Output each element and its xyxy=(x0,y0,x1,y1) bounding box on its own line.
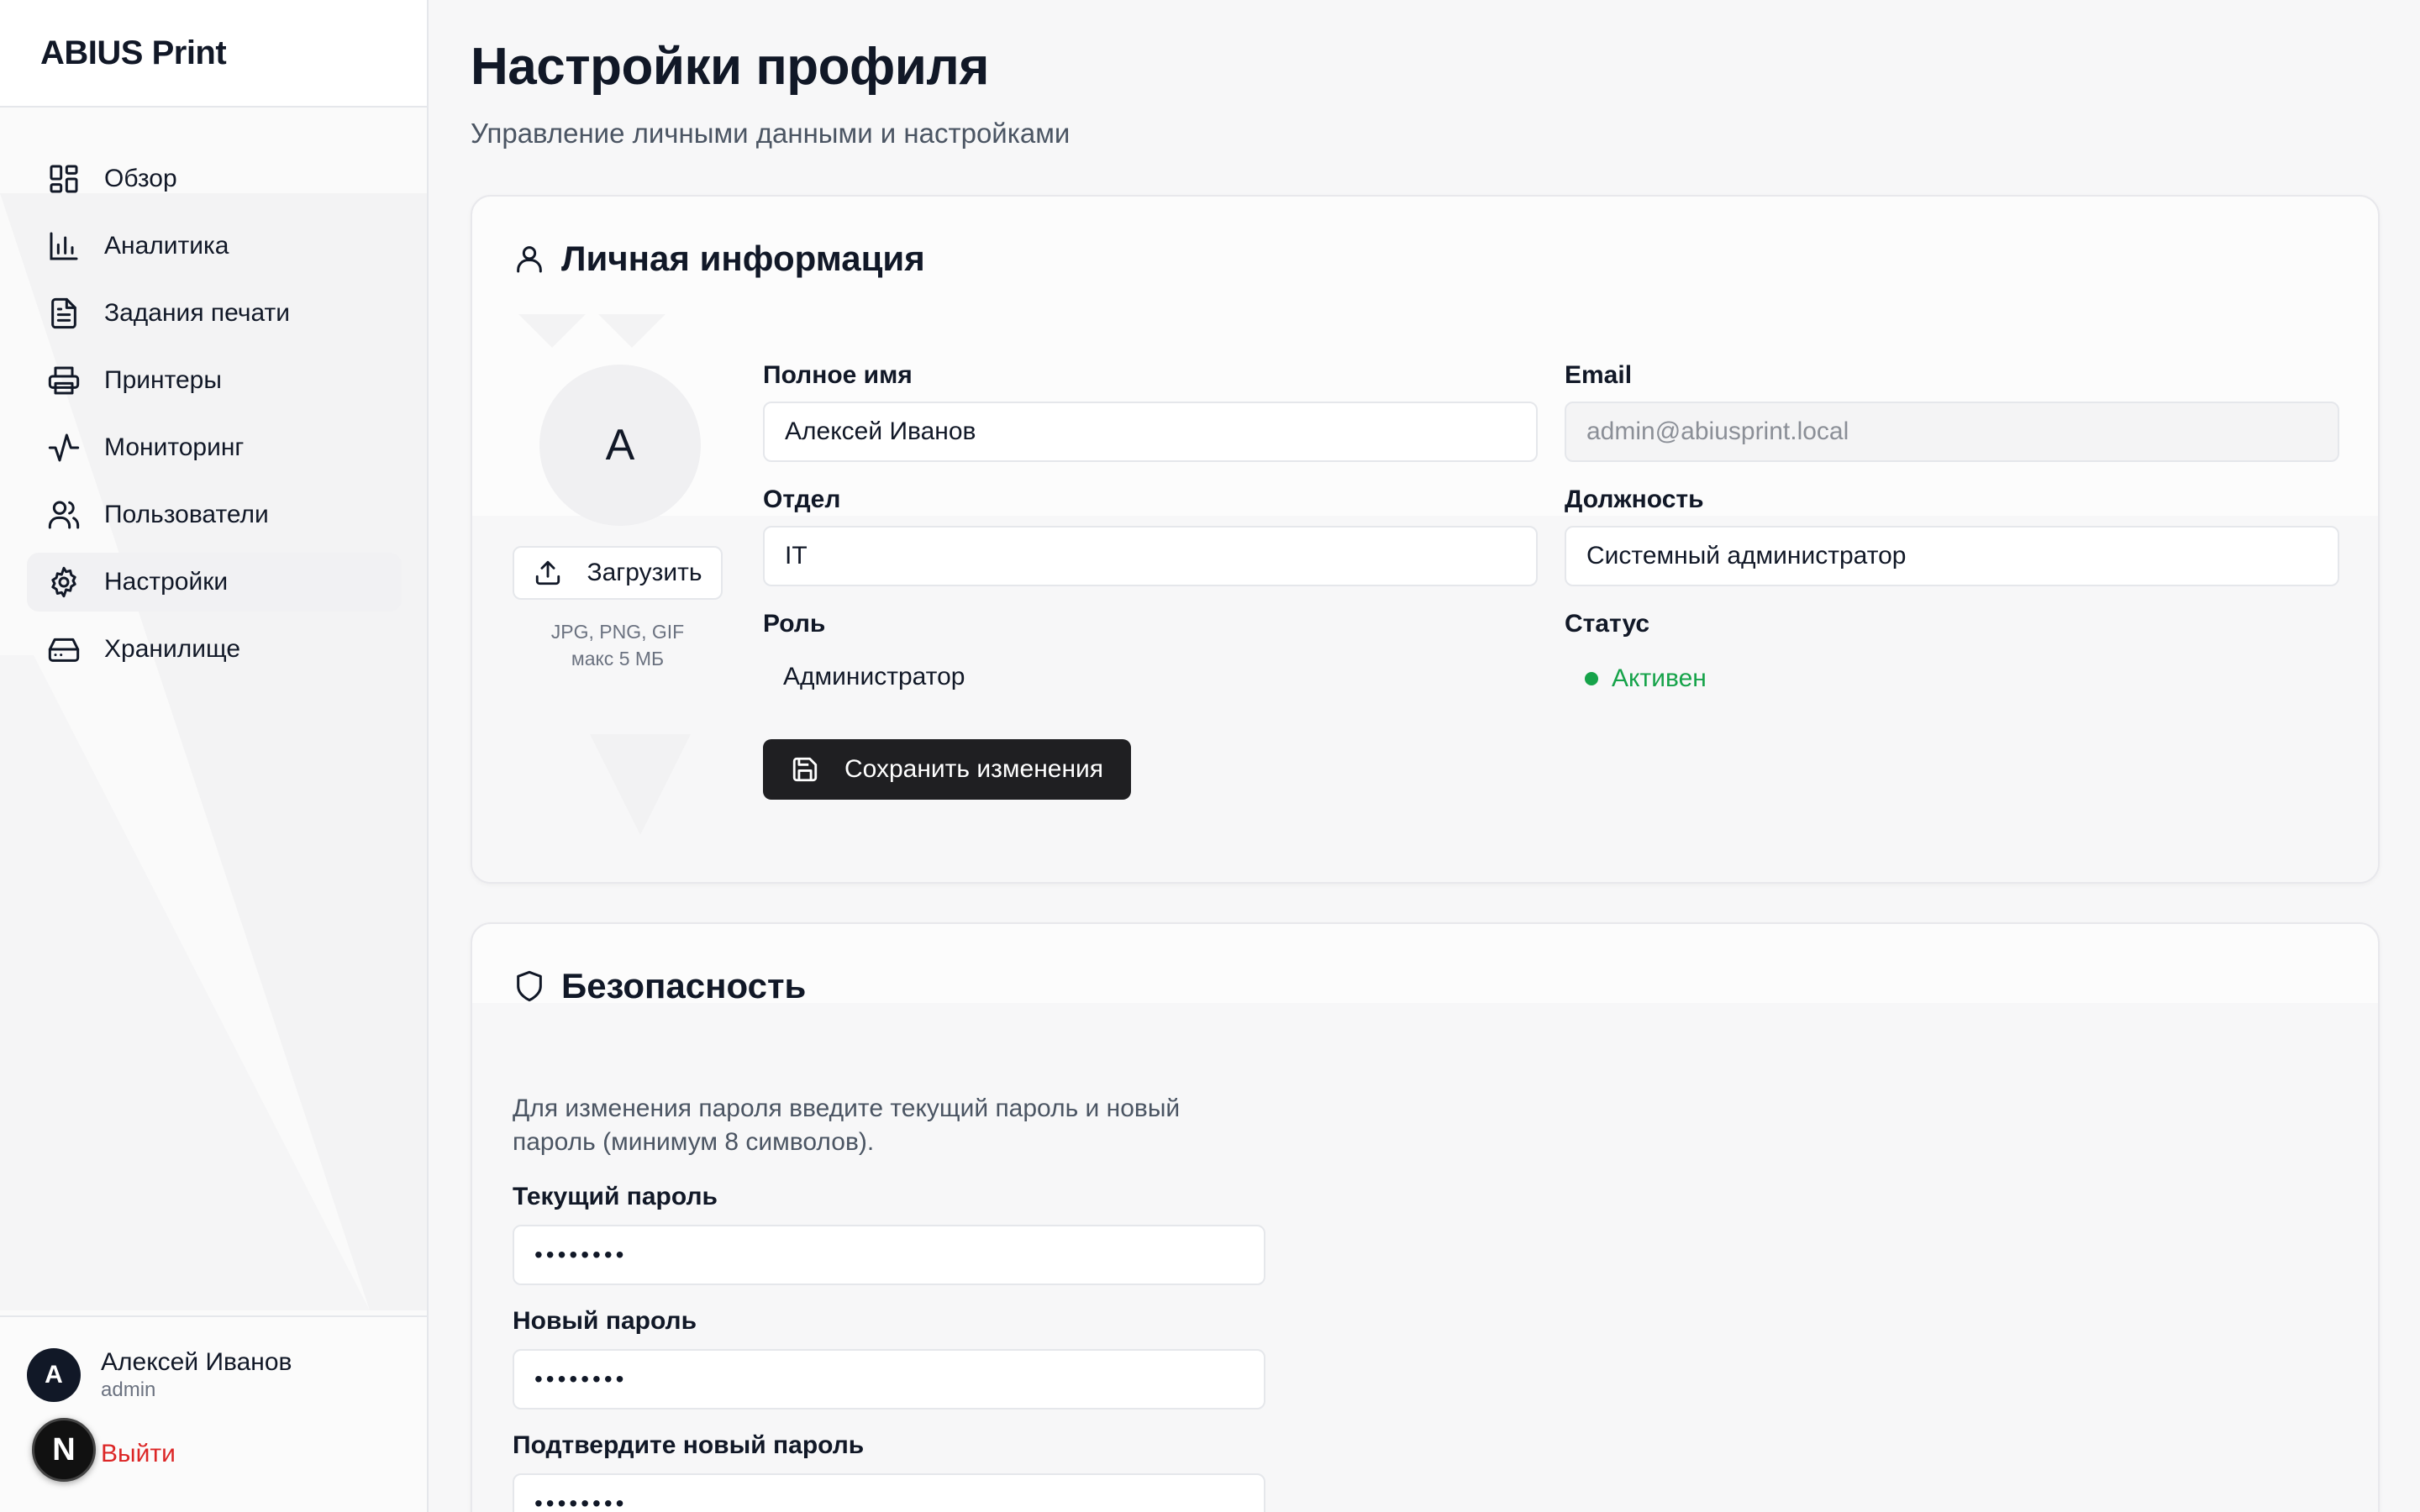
sidebar-item-label: Аналитика xyxy=(104,232,229,260)
activity-icon xyxy=(47,431,81,465)
main-content: Настройки профиля Управление личными дан… xyxy=(430,0,2420,1512)
hard-drive-icon xyxy=(47,633,81,666)
sidebar-item-label: Пользователи xyxy=(104,501,269,528)
current-password-field[interactable] xyxy=(513,1225,1265,1285)
sidebar-item-settings[interactable]: Настройки xyxy=(27,553,402,612)
department-field[interactable] xyxy=(763,526,1538,586)
full-name-label: Полное имя xyxy=(763,361,913,389)
user-login: admin xyxy=(101,1378,156,1401)
document-icon xyxy=(47,297,81,330)
role-value: Администратор xyxy=(783,663,965,690)
security-card: Безопасность Для изменения пароля введит… xyxy=(471,922,2380,1512)
full-name-field[interactable] xyxy=(763,402,1538,462)
dev-tools-badge[interactable]: N xyxy=(32,1418,96,1482)
sidebar-item-analytics[interactable]: Аналитика xyxy=(27,217,402,276)
bar-chart-icon xyxy=(47,229,81,263)
users-icon xyxy=(47,498,81,532)
confirm-password-field[interactable] xyxy=(513,1473,1265,1512)
status-badge: Активен xyxy=(1565,648,2339,709)
sidebar-item-label: Принтеры xyxy=(104,366,222,394)
brand-logo[interactable]: ABIUS Print xyxy=(0,0,427,108)
confirm-password-label: Подтвердите новый пароль xyxy=(513,1431,865,1459)
position-label: Должность xyxy=(1565,486,1704,513)
current-password-label: Текущий пароль xyxy=(513,1183,718,1210)
save-icon xyxy=(791,755,819,784)
printer-icon xyxy=(47,364,81,397)
status-dot-icon xyxy=(1585,672,1598,685)
upload-icon xyxy=(534,559,562,587)
sidebar-item-label: Обзор xyxy=(104,165,177,192)
user-name: Алексей Иванов xyxy=(101,1348,292,1376)
card-title: Личная информация xyxy=(513,239,925,279)
sidebar-item-monitoring[interactable]: Мониторинг xyxy=(27,418,402,477)
user-icon xyxy=(513,242,546,276)
card-title: Безопасность xyxy=(513,966,806,1006)
sidebar-item-storage[interactable]: Хранилище xyxy=(27,620,402,679)
avatar[interactable]: A xyxy=(27,1348,81,1402)
page-title: Настройки профиля xyxy=(471,38,989,96)
sidebar-item-users[interactable]: Пользователи xyxy=(27,486,402,544)
email-field xyxy=(1565,402,2339,462)
personal-info-card: Личная информация A Загрузить JPG, PNG, … xyxy=(471,195,2380,884)
sidebar-item-label: Мониторинг xyxy=(104,433,245,461)
sidebar-item-overview[interactable]: Обзор xyxy=(27,150,402,208)
card-background-pattern xyxy=(472,1003,2378,1512)
security-description: Для изменения пароля введите текущий пар… xyxy=(513,1095,1181,1156)
user-profile-block: A Алексей Иванов admin Выйти xyxy=(0,1315,427,1512)
shield-icon xyxy=(513,969,546,1003)
new-password-label: Новый пароль xyxy=(513,1307,697,1335)
upload-avatar-button[interactable]: Загрузить xyxy=(513,546,723,600)
sidebar-item-printers[interactable]: Принтеры xyxy=(27,351,402,410)
gear-icon xyxy=(47,565,81,599)
upload-hint: JPG, PNG, GIF макс 5 МБ xyxy=(550,621,685,669)
email-label: Email xyxy=(1565,361,1633,389)
status-label: Статус xyxy=(1565,610,1650,638)
position-field[interactable] xyxy=(1565,526,2339,586)
sidebar-nav: Обзор Аналитика Задания печати Принтеры … xyxy=(27,150,402,687)
role-label: Роль xyxy=(763,610,826,638)
sidebar-item-label: Настройки xyxy=(104,568,229,596)
sidebar-item-label: Хранилище xyxy=(104,635,240,663)
sidebar-item-label: Задания печати xyxy=(104,299,290,327)
sidebar-item-print-jobs[interactable]: Задания печати xyxy=(27,284,402,343)
department-label: Отдел xyxy=(763,486,841,513)
dashboard-icon xyxy=(47,162,81,196)
profile-avatar: A xyxy=(539,365,701,526)
logout-button[interactable]: Выйти xyxy=(101,1440,176,1468)
save-button[interactable]: Сохранить изменения xyxy=(763,739,1131,800)
page-subtitle: Управление личными данными и настройками xyxy=(471,118,1071,149)
sidebar: ABIUS Print Обзор Аналитика Задания печа… xyxy=(0,0,429,1512)
new-password-field[interactable] xyxy=(513,1349,1265,1410)
